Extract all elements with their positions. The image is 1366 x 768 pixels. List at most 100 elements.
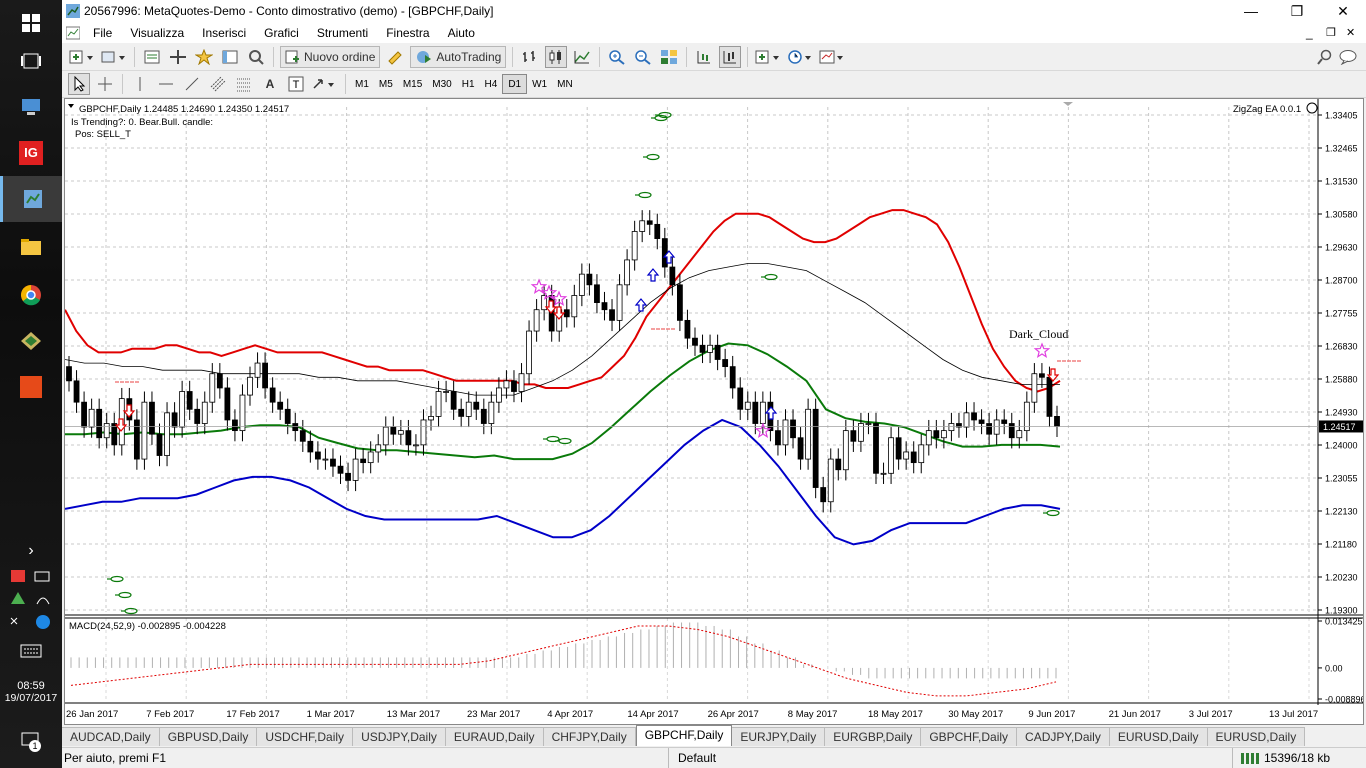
- bar-chart-icon[interactable]: [519, 46, 541, 68]
- keyboard-icon[interactable]: [0, 644, 62, 661]
- text-icon[interactable]: A: [259, 73, 281, 95]
- chart-tab[interactable]: USDCHF,Daily: [257, 727, 354, 746]
- metaeditor-icon[interactable]: [384, 46, 406, 68]
- templates-button[interactable]: [818, 46, 846, 68]
- menu-insert[interactable]: Inserisci: [193, 26, 255, 40]
- menu-tools[interactable]: Strumenti: [308, 26, 377, 40]
- data-window-icon[interactable]: [167, 46, 189, 68]
- text-label-icon[interactable]: T: [285, 73, 307, 95]
- zoom-in-icon[interactable]: [606, 46, 628, 68]
- metatrader-icon[interactable]: [0, 176, 62, 222]
- show-hidden-icons-icon[interactable]: ›: [0, 542, 62, 560]
- candle-body: [880, 472, 887, 475]
- periods-button[interactable]: [786, 46, 814, 68]
- maximize-button[interactable]: ❐: [1274, 0, 1320, 22]
- this-pc-icon[interactable]: [0, 84, 62, 130]
- new-order-button[interactable]: Nuovo ordine: [280, 46, 381, 68]
- candle-body: [382, 426, 389, 446]
- ig-app-icon[interactable]: IG: [0, 130, 62, 176]
- child-close-button[interactable]: ✕: [1346, 26, 1355, 39]
- candle-body: [292, 423, 299, 432]
- terminal-app-icon[interactable]: [0, 318, 62, 364]
- chart-shift-icon[interactable]: [693, 46, 715, 68]
- candle-body: [216, 373, 223, 389]
- chart-tab[interactable]: EURAUD,Daily: [445, 727, 544, 746]
- toolbar-separator: [747, 47, 749, 67]
- child-minimize-button[interactable]: _: [1306, 26, 1313, 40]
- chart-window-icon[interactable]: [66, 26, 80, 40]
- sell-arrow-icon: [122, 404, 136, 418]
- menu-help[interactable]: Aiuto: [439, 26, 484, 40]
- file-explorer-icon[interactable]: [0, 224, 62, 270]
- timeframe-h4[interactable]: H4: [480, 74, 503, 94]
- navigator-icon[interactable]: [193, 46, 215, 68]
- candle-body: [835, 458, 842, 471]
- chrome-icon[interactable]: [0, 272, 62, 318]
- arrows-button[interactable]: [311, 73, 339, 95]
- trendline-icon[interactable]: [181, 73, 203, 95]
- horizontal-line-icon[interactable]: [155, 73, 177, 95]
- candle-body: [66, 366, 72, 382]
- chart-tab[interactable]: EURGBP,Daily: [825, 727, 922, 746]
- timeframe-m5[interactable]: M5: [374, 74, 398, 94]
- chart-tab[interactable]: CHFJPY,Daily: [543, 727, 636, 746]
- minimize-button[interactable]: —: [1228, 0, 1274, 22]
- task-view-icon[interactable]: [0, 38, 62, 84]
- chart-window[interactable]: 1.33405 1.32465 1.31530 1.30580 1.29630 1.287…: [64, 98, 1364, 725]
- toolbar-separator: [345, 74, 346, 94]
- search-icon[interactable]: [1314, 46, 1336, 68]
- zoom-out-icon[interactable]: [632, 46, 654, 68]
- timeframe-m1[interactable]: M1: [350, 74, 374, 94]
- timeframe-d1[interactable]: D1: [502, 74, 528, 94]
- price-chart[interactable]: 1.33405 1.32465 1.31530 1.30580 1.29630 1.287…: [65, 99, 1363, 724]
- child-restore-button[interactable]: ❐: [1326, 26, 1336, 39]
- menu-charts[interactable]: Grafici: [255, 26, 308, 40]
- timeframe-m15[interactable]: M15: [398, 74, 427, 94]
- vertical-line-icon[interactable]: [129, 73, 151, 95]
- tile-windows-icon[interactable]: [658, 46, 680, 68]
- chart-tab[interactable]: AUDCAD,Daily: [62, 727, 160, 746]
- timeframe-w1[interactable]: W1: [527, 74, 552, 94]
- chart-tab[interactable]: CADJPY,Daily: [1017, 727, 1110, 746]
- chart-tab[interactable]: GBPCHF,Daily: [635, 725, 733, 746]
- timeframe-m30[interactable]: M30: [427, 74, 456, 94]
- candle-body: [692, 337, 698, 346]
- indicators-button[interactable]: [754, 46, 782, 68]
- candle-body: [322, 458, 329, 461]
- menu-view[interactable]: Visualizza: [121, 26, 193, 40]
- autoscroll-icon[interactable]: [719, 46, 742, 68]
- chart-tab[interactable]: USDJPY,Daily: [353, 727, 446, 746]
- equidistant-channel-icon[interactable]: [207, 73, 229, 95]
- connection-status-icon[interactable]: [1240, 751, 1262, 765]
- menu-window[interactable]: Finestra: [377, 26, 438, 40]
- notifications-icon[interactable]: 1: [0, 730, 62, 757]
- chart-tab[interactable]: EURJPY,Daily: [732, 727, 826, 746]
- candle-body: [722, 359, 729, 368]
- close-button[interactable]: ✕: [1320, 0, 1366, 22]
- candlestick-chart-icon[interactable]: [545, 46, 568, 68]
- chart-tab[interactable]: EURUSD,Daily: [1109, 727, 1208, 746]
- cursor-icon[interactable]: [68, 73, 90, 95]
- autotrading-button[interactable]: AutoTrading: [410, 46, 507, 68]
- strategy-tester-icon[interactable]: [245, 46, 267, 68]
- timeframe-mn[interactable]: MN: [552, 74, 578, 94]
- fibonacci-icon[interactable]: [233, 73, 255, 95]
- chart-tab[interactable]: GBPUSD,Daily: [159, 727, 258, 746]
- tray-icons[interactable]: [0, 568, 62, 647]
- office-app-icon[interactable]: [0, 364, 62, 410]
- candle-body: [337, 465, 344, 474]
- terminal-icon[interactable]: [219, 46, 241, 68]
- chart-tab[interactable]: GBPCHF,Daily: [921, 727, 1018, 746]
- chart-tab[interactable]: EURUSD,Daily: [1207, 727, 1306, 746]
- chat-icon[interactable]: [1338, 46, 1360, 68]
- line-chart-icon[interactable]: [571, 46, 593, 68]
- market-watch-icon[interactable]: [141, 46, 163, 68]
- new-chart-button[interactable]: [68, 46, 96, 68]
- timeframe-h1[interactable]: H1: [457, 74, 480, 94]
- crosshair-icon[interactable]: [94, 73, 116, 95]
- profiles-button[interactable]: [100, 46, 128, 68]
- clock[interactable]: 08:59 19/07/2017: [0, 680, 62, 704]
- menu-file[interactable]: File: [84, 26, 121, 40]
- candle-body: [518, 373, 525, 392]
- candle-body: [1016, 430, 1023, 439]
